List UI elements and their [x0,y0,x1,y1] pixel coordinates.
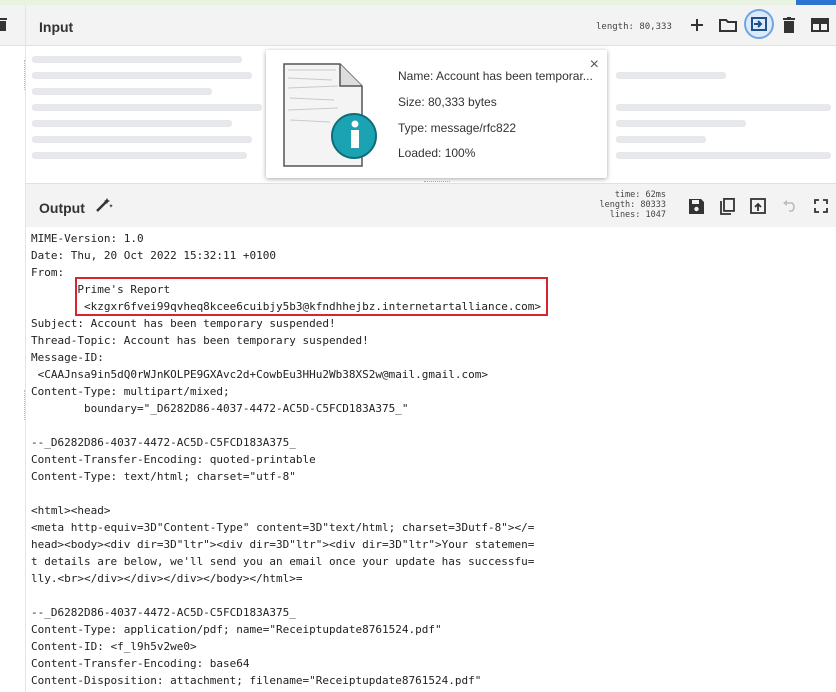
output-line: head><body><div dir=3D"ltr"><div dir=3D"… [31,538,535,551]
blurred-text [32,56,242,63]
output-line: Content-Type: application/pdf; name="Rec… [31,623,442,636]
output-header: Output time: 62ms length: 80333 lines: 1… [26,183,836,228]
output-line: Subject: Account has been temporary susp… [31,317,336,330]
open-input-icon[interactable] [744,9,774,39]
popup-file-size: Size: 80,333 bytes [398,95,497,109]
popup-file-type: Type: message/rfc822 [398,121,517,135]
output-line: Content-Type: multipart/mixed; [31,385,230,398]
output-line: Message-ID: [31,351,104,364]
output-title: Output [39,200,85,216]
open-folder-icon[interactable] [718,16,738,34]
output-time: time: 62ms [614,190,666,200]
output-length: length: 80333 [599,200,666,210]
output-line: <CAAJnsa9in5dQ0rWJnKOLPE9GXAvc2d+CowbEu3… [31,368,488,381]
input-length-label: length: 80,333 [596,22,672,32]
blurred-text [616,120,746,127]
output-line: <meta http-equiv=3D"Content-Type" conten… [31,521,535,534]
gutter-marker [24,60,27,90]
replace-input-icon[interactable] [749,197,767,215]
output-line: Content-ID: <f_l9h5v2we0> [31,640,197,653]
input-title: Input [39,19,74,35]
blurred-text [616,104,831,111]
layout-icon[interactable] [810,16,830,34]
input-header: Input length: 80,333 [26,5,836,46]
popup-file-name: Name: Account has been temporar... [398,69,593,83]
popup-loaded: Loaded: 100% [398,146,476,160]
output-line: --_D6282D86-4037-4472-AC5D-C5FCD183A375_ [31,606,296,619]
blurred-text [32,136,252,143]
add-icon[interactable] [688,16,706,34]
output-line: --_D6282D86-4037-4472-AC5D-C5FCD183A375_ [31,436,296,449]
left-column-header [0,5,25,46]
output-line: MIME-Version: 1.0 [31,232,144,245]
blurred-text [32,88,212,95]
output-line: Thread-Topic: Account has been temporary… [31,334,369,347]
copy-icon[interactable] [718,197,736,215]
output-line: Content-Type: text/html; charset="utf-8" [31,470,296,483]
left-column [0,5,26,692]
blurred-text [32,104,262,111]
output-line: Content-Transfer-Encoding: quoted-printa… [31,453,316,466]
blurred-text [616,136,706,143]
blurred-text [32,152,247,159]
output-line: <html><head> [31,504,111,517]
highlight-box [75,277,548,316]
save-icon[interactable] [687,197,705,215]
blurred-text [616,72,726,79]
file-info-icon [283,63,377,167]
blurred-text [616,152,831,159]
file-info-popup: × Name: Account has been temporar... Siz… [266,50,607,178]
maximize-icon[interactable] [812,197,830,215]
magic-wand-icon[interactable] [94,196,114,214]
output-line: Content-Disposition: attachment; filenam… [31,674,482,687]
output-line: boundary="_D6282D86-4037-4472-AC5D-C5FCD… [31,402,409,415]
trash-icon[interactable] [781,16,797,34]
blurred-text [32,120,232,127]
output-lines: lines: 1047 [609,210,666,220]
output-line: lly.<br></div></div></div></body></html>… [31,572,303,585]
undo-icon[interactable] [781,197,799,215]
trash-icon[interactable] [0,17,8,31]
output-line: Content-Transfer-Encoding: base64 [31,657,250,670]
output-line: t details are below, we'll send you an e… [31,555,535,568]
blurred-text [32,72,252,79]
output-stats: time: 62ms length: 80333 lines: 1047 [599,190,666,220]
output-line: Date: Thu, 20 Oct 2022 15:32:11 +0100 [31,249,277,262]
